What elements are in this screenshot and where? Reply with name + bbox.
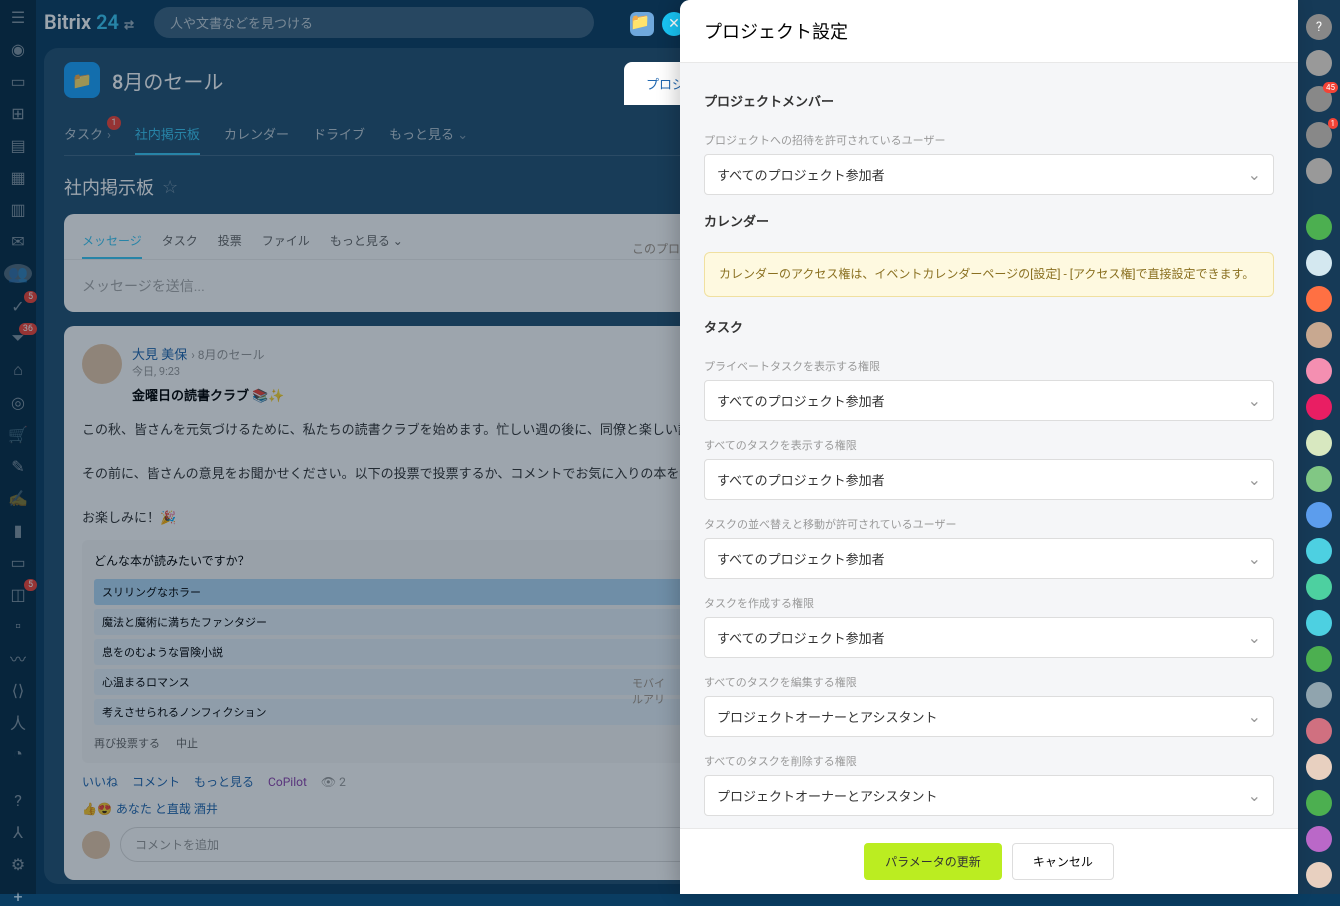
label-all-task-view: すべてのタスクを表示する権限 bbox=[704, 437, 1274, 453]
contact-icon[interactable] bbox=[1306, 322, 1332, 348]
calendar-notice: カレンダーのアクセス権は、イベントカレンダーページの[設定] - [アクセス権]… bbox=[704, 252, 1274, 297]
select-all-task-view[interactable]: すべてのプロジェクト参加者 bbox=[704, 459, 1274, 500]
contact-icon[interactable] bbox=[1306, 682, 1332, 708]
contact-icon[interactable] bbox=[1306, 250, 1332, 276]
select-invite[interactable]: すべてのプロジェクト参加者 bbox=[704, 154, 1274, 195]
select-task-create[interactable]: すべてのプロジェクト参加者 bbox=[704, 617, 1274, 658]
section-calendar: カレンダー bbox=[704, 211, 1274, 238]
right-sidebar: ? bbox=[1298, 0, 1340, 894]
contact-icon[interactable] bbox=[1306, 502, 1332, 528]
contact-icon[interactable] bbox=[1306, 718, 1332, 744]
select-private-task[interactable]: すべてのプロジェクト参加者 bbox=[704, 380, 1274, 421]
contact-icon[interactable] bbox=[1306, 646, 1332, 672]
contact-icon[interactable] bbox=[1306, 394, 1332, 420]
contact-icon[interactable] bbox=[1306, 430, 1332, 456]
contact-icon[interactable] bbox=[1306, 826, 1332, 852]
label-task-delete: すべてのタスクを削除する権限 bbox=[704, 753, 1274, 769]
label-private-task: プライベートタスクを表示する権限 bbox=[704, 358, 1274, 374]
save-button[interactable]: パラメータの更新 bbox=[864, 843, 1002, 880]
copilot-icon[interactable] bbox=[1306, 50, 1332, 76]
contact-icon[interactable] bbox=[1306, 574, 1332, 600]
help-icon[interactable]: ? bbox=[1306, 14, 1332, 40]
label-task-edit: すべてのタスクを編集する権限 bbox=[704, 674, 1274, 690]
settings-panel: プロジェクト設定 プロジェクトメンバー プロジェクトへの招待を許可されているユー… bbox=[680, 0, 1298, 894]
label-task-create: タスクを作成する権限 bbox=[704, 595, 1274, 611]
contact-icon[interactable] bbox=[1306, 358, 1332, 384]
contact-icon[interactable] bbox=[1306, 538, 1332, 564]
select-task-delete[interactable]: プロジェクトオーナーとアシスタント bbox=[704, 775, 1274, 816]
contact-icon[interactable] bbox=[1306, 754, 1332, 780]
label-task-sort: タスクの並べ替えと移動が許可されているユーザー bbox=[704, 516, 1274, 532]
bg-text2: モバイルアリ bbox=[632, 675, 672, 707]
contact-icon[interactable] bbox=[1306, 214, 1332, 240]
contact-icon[interactable] bbox=[1306, 790, 1332, 816]
label-invite: プロジェクトへの招待を許可されているユーザー bbox=[704, 132, 1274, 148]
contact-icon[interactable] bbox=[1306, 862, 1332, 888]
cancel-button[interactable]: キャンセル bbox=[1012, 843, 1114, 880]
chat-icon[interactable] bbox=[1306, 122, 1332, 148]
select-task-edit[interactable]: プロジェクトオーナーとアシスタント bbox=[704, 696, 1274, 737]
contact-icon[interactable] bbox=[1306, 466, 1332, 492]
bell-icon[interactable] bbox=[1306, 86, 1332, 112]
search-icon[interactable] bbox=[1306, 158, 1332, 184]
panel-tab-icon[interactable]: 📁 bbox=[630, 12, 654, 36]
panel-title: プロジェクト設定 bbox=[680, 0, 1298, 63]
section-task: タスク bbox=[704, 317, 1274, 344]
section-members: プロジェクトメンバー bbox=[704, 91, 1274, 118]
contact-icon[interactable] bbox=[1306, 286, 1332, 312]
select-task-sort[interactable]: すべてのプロジェクト参加者 bbox=[704, 538, 1274, 579]
contact-icon[interactable] bbox=[1306, 610, 1332, 636]
